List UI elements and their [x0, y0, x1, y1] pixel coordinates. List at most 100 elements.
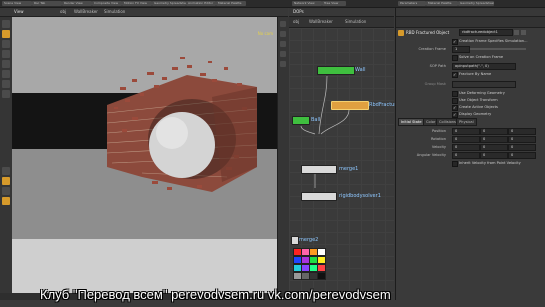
position-y-field[interactable]: 0 — [480, 128, 508, 135]
velocity-x-field[interactable]: 0 — [452, 144, 480, 151]
network-path-bar: obj WallBreaker Simulation — [289, 17, 394, 28]
move-tool-icon[interactable] — [2, 40, 10, 48]
subtitle-text: Клуб "Перевод всем" perevodvsem.ru vk.co… — [40, 287, 391, 302]
shading-icon[interactable] — [280, 31, 286, 37]
path-wallbreaker[interactable]: WallBreaker — [74, 9, 98, 14]
gear-icon[interactable] — [514, 30, 519, 35]
top-tab[interactable]: Render View — [62, 1, 92, 6]
position-x-field[interactable]: 0 — [452, 128, 480, 135]
solve-on-creation-label: Solve on Creation Frame — [459, 55, 504, 59]
angular-velocity-z-field[interactable]: 0 — [508, 152, 536, 159]
node-wall[interactable] — [317, 66, 355, 75]
wireframe-icon[interactable] — [280, 41, 286, 47]
snapshot-icon[interactable] — [280, 61, 286, 67]
sop-path-field[interactable]: opinputpath(".", 0) — [452, 63, 516, 70]
node-merge1[interactable] — [301, 165, 337, 174]
top-tab[interactable]: Parameters — [398, 1, 426, 6]
node-name-field[interactable]: rbdfracturedobject1 — [459, 29, 513, 36]
swatch[interactable] — [317, 272, 326, 280]
tab-physical[interactable]: Physical — [456, 118, 477, 126]
camera-menu[interactable]: No cam — [258, 31, 273, 36]
viewport-scene — [12, 17, 277, 293]
param-tab-bar — [396, 8, 545, 17]
node-merge2[interactable] — [291, 236, 299, 245]
tab-initial-state[interactable]: Initial State — [398, 118, 425, 126]
top-tab[interactable]: Tree View — [322, 1, 346, 6]
use-object-transform-label: Use Object Transform — [459, 98, 498, 102]
network-path-simulation[interactable]: Simulation — [345, 19, 366, 24]
top-tab[interactable]: Geometry Spreadsheet — [152, 1, 186, 6]
viewer-tab[interactable]: View — [14, 9, 24, 14]
swatch[interactable] — [317, 248, 326, 256]
velocity-y-field[interactable]: 0 — [480, 144, 508, 151]
angular-velocity-label: Angular Velocity — [416, 153, 446, 157]
viewer-right-toolbar — [277, 17, 289, 293]
top-tab[interactable]: Rsc Tab — [32, 1, 62, 6]
scale-tool-icon[interactable] — [2, 60, 10, 68]
creation-frame-slider[interactable] — [470, 48, 526, 50]
angular-velocity-x-field[interactable]: 0 — [452, 152, 480, 159]
angular-velocity-y-field[interactable]: 0 — [480, 152, 508, 159]
top-tab[interactable]: Material Palette — [216, 1, 246, 6]
network-path-obj[interactable]: obj — [293, 19, 299, 24]
network-path-wallbreaker[interactable]: WallBreaker — [309, 19, 333, 24]
top-tab[interactable]: Network View — [292, 1, 322, 6]
fracture-by-name-checkbox[interactable] — [452, 72, 458, 78]
rotation-z-field[interactable]: 0 — [508, 136, 536, 143]
use-object-transform-checkbox[interactable] — [452, 98, 458, 104]
rotation-y-field[interactable]: 0 — [480, 136, 508, 143]
view-tool-icon[interactable] — [2, 30, 10, 38]
snap-tool-icon[interactable] — [2, 90, 10, 98]
node-ball[interactable] — [292, 116, 310, 125]
top-tab[interactable]: Scene View — [2, 1, 32, 6]
display-options-icon[interactable] — [280, 21, 286, 27]
pose-tool-icon[interactable] — [2, 80, 10, 88]
velocity-z-field[interactable]: 0 — [508, 144, 536, 151]
top-tab[interactable]: Material Palette — [426, 1, 458, 6]
position-label: Position — [432, 129, 446, 133]
use-deforming-checkbox[interactable] — [452, 91, 458, 97]
solve-on-creation-checkbox[interactable] — [452, 55, 458, 61]
top-tab[interactable]: Composite View — [92, 1, 122, 6]
top-tab[interactable]: Geometry Spreadsheet — [458, 1, 494, 6]
node-merge2-label: merge2 — [299, 237, 319, 243]
color-palette — [293, 248, 335, 290]
node-wall-label: Wall — [355, 67, 366, 73]
swatch[interactable] — [317, 264, 326, 272]
create-active-checkbox[interactable] — [452, 105, 458, 111]
node-rigidbodysolver1[interactable] — [301, 192, 337, 201]
swatch[interactable] — [317, 256, 326, 264]
inherit-velocity-label: Inherit Velocity from Point Velocity — [459, 161, 521, 165]
handle-tool-icon[interactable] — [2, 70, 10, 78]
creation-frame-specifies-checkbox[interactable] — [452, 39, 458, 45]
top-tab[interactable]: Motion FX View — [122, 1, 152, 6]
velocity-label: Velocity — [431, 145, 446, 149]
render-tool-icon[interactable] — [2, 177, 10, 185]
position-z-field[interactable]: 0 — [508, 128, 536, 135]
node-rigidbodysolver1-label: rigidbodysolver1 — [339, 193, 381, 199]
rotate-tool-icon[interactable] — [2, 50, 10, 58]
top-tab[interactable]: Animation Editor — [186, 1, 216, 6]
display-tool-icon[interactable] — [2, 167, 10, 175]
path-simulation[interactable]: Simulation — [104, 9, 125, 14]
node-merge1-label: merge1 — [339, 166, 359, 172]
group-mask-field[interactable] — [452, 81, 516, 88]
sop-path-label: SOP Path — [429, 64, 446, 68]
grid-icon[interactable] — [280, 51, 286, 57]
select-tool-icon[interactable] — [2, 20, 10, 28]
viewer-tab-bar: View obj WallBreaker Simulation — [0, 8, 288, 17]
rotation-label: Rotation — [430, 137, 446, 141]
path-obj[interactable]: obj — [60, 9, 66, 14]
light-tool-icon[interactable] — [2, 197, 10, 205]
ghost-tool-icon[interactable] — [2, 187, 10, 195]
inherit-velocity-checkbox[interactable] — [452, 161, 458, 167]
node-type-label: RBD Fractured Object — [406, 30, 450, 35]
param-path-bar — [396, 17, 545, 28]
group-mask-label: Group Mask — [424, 82, 446, 86]
network-tab[interactable]: DOPs — [293, 9, 304, 14]
node-rbd-fractured[interactable] — [331, 101, 369, 110]
help-icon[interactable] — [521, 30, 526, 35]
rotation-x-field[interactable]: 0 — [452, 136, 480, 143]
creation-frame-field[interactable]: 1 — [452, 46, 470, 53]
3d-viewport[interactable]: No cam — [12, 17, 277, 293]
